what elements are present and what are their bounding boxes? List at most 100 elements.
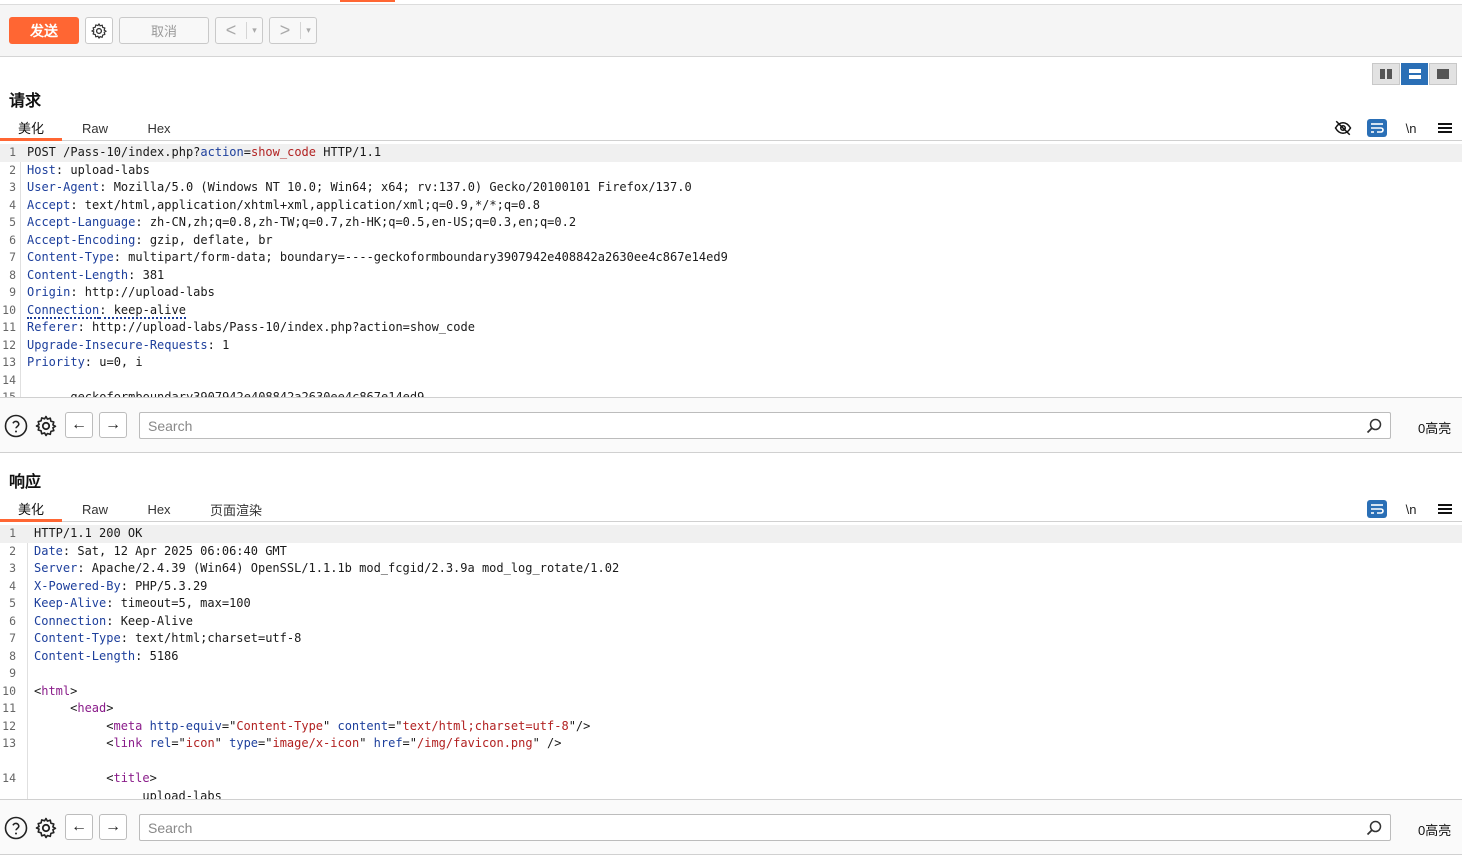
- line-number: 10: [2, 302, 16, 317]
- request-toolbar: 发送 取消 < ▾ > ▾: [0, 5, 1462, 57]
- code-line[interactable]: 2 Date: Sat, 12 Apr 2025 06:06:40 GMT: [0, 543, 1462, 561]
- chevron-left-icon: <: [225, 20, 237, 40]
- line-number: 5: [9, 596, 16, 610]
- hide-nonprintable-button[interactable]: [1326, 116, 1360, 140]
- wrap-lines-button[interactable]: [1360, 497, 1394, 521]
- back-button[interactable]: < ▾: [215, 17, 263, 44]
- tab-hex[interactable]: Hex: [130, 497, 188, 522]
- code-line[interactable]: 14 <title>: [0, 770, 1462, 788]
- code-line[interactable]: 12 Upgrade-Insecure-Requests: 1: [0, 337, 1462, 355]
- code-line[interactable]: 7 Content-Type: multipart/form-data; boun…: [0, 249, 1462, 267]
- code-line[interactable]: [0, 753, 1462, 771]
- code-line[interactable]: 11 Referer: http://upload-labs/Pass-10/in…: [0, 319, 1462, 337]
- line-text: Referer: http://upload-labs/Pass-10/inde…: [27, 320, 475, 334]
- tab-pretty[interactable]: 美化: [0, 497, 62, 522]
- arrow-left-icon: ←: [71, 818, 87, 835]
- show-newlines-button[interactable]: \n: [1394, 497, 1428, 521]
- wrap-lines-button[interactable]: [1360, 116, 1394, 140]
- code-line[interactable]: 11 <head>: [0, 700, 1462, 718]
- response-editor[interactable]: 1 HTTP/1.1 200 OK 2 Date: Sat, 12 Apr 2025 …: [0, 525, 1462, 799]
- chevron-down-icon[interactable]: ▾: [300, 22, 316, 39]
- code-line[interactable]: 2 Host: upload-labs: [0, 162, 1462, 180]
- response-search-bar: ← → Search 0高亮: [0, 799, 1462, 855]
- line-number: 2: [9, 162, 16, 177]
- search-input[interactable]: Search: [139, 814, 1391, 841]
- request-editor[interactable]: 1 POST /Pass-10/index.php?action=show_cod…: [0, 144, 1462, 397]
- eye-slash-icon: [1334, 120, 1352, 136]
- line-number: 3: [9, 561, 16, 575]
- tab-raw[interactable]: Raw: [66, 497, 124, 522]
- arrow-right-icon: →: [105, 416, 121, 433]
- line-number: 5: [9, 215, 16, 229]
- code-line[interactable]: 9 Origin: http://upload-labs: [0, 284, 1462, 302]
- line-text: Server: Apache/2.4.39 (Win64) OpenSSL/1.…: [34, 561, 620, 575]
- line-text: Host: upload-labs: [27, 162, 150, 177]
- line-text: upload-labs: [34, 788, 222, 800]
- code-line[interactable]: 1 POST /Pass-10/index.php?action=show_cod…: [0, 144, 1462, 162]
- gear-icon: [91, 22, 107, 39]
- line-text: Content-Length: 5186: [34, 648, 179, 663]
- code-line[interactable]: 6 Connection: Keep-Alive: [0, 613, 1462, 631]
- layout-stacked-button[interactable]: [1400, 63, 1429, 85]
- show-newlines-button[interactable]: \n: [1394, 116, 1428, 140]
- code-line[interactable]: 8 Content-Length: 5186: [0, 648, 1462, 666]
- arrow-left-icon: ←: [71, 416, 87, 433]
- code-line[interactable]: 8 Content-Length: 381: [0, 267, 1462, 285]
- code-line[interactable]: 1 HTTP/1.1 200 OK: [0, 525, 1462, 543]
- next-match-button[interactable]: →: [99, 814, 127, 840]
- code-line[interactable]: 5 Accept-Language: zh-CN,zh;q=0.8,zh-TW;q…: [0, 214, 1462, 232]
- code-line[interactable]: 7 Content-Type: text/html;charset=utf-8: [0, 630, 1462, 648]
- code-line[interactable]: 4 X-Powered-By: PHP/5.3.29: [0, 578, 1462, 596]
- line-text: Content-Type: text/html;charset=utf-8: [34, 631, 302, 645]
- single-pane-icon: [1437, 69, 1450, 79]
- line-number: 12: [2, 718, 16, 733]
- code-line[interactable]: 12 <meta http-equiv="Content-Type" conte…: [0, 718, 1462, 736]
- search-settings-button[interactable]: [33, 815, 59, 841]
- chevron-down-icon[interactable]: ▾: [246, 22, 262, 39]
- code-line[interactable]: 3 User-Agent: Mozilla/5.0 (Windows NT 10.…: [0, 179, 1462, 197]
- code-line[interactable]: 10 <html>: [0, 683, 1462, 701]
- code-line[interactable]: 15 ------geckoformboundary3907942e408842a…: [0, 389, 1462, 397]
- help-button[interactable]: [3, 413, 29, 439]
- code-line[interactable]: 13 Priority: u=0, i: [0, 354, 1462, 372]
- code-line[interactable]: 9: [0, 665, 1462, 683]
- previous-match-button[interactable]: ←: [65, 412, 93, 438]
- forward-button[interactable]: > ▾: [269, 17, 317, 44]
- menu-icon[interactable]: [1428, 116, 1462, 140]
- search-settings-button[interactable]: [33, 413, 59, 439]
- send-button[interactable]: 发送: [9, 17, 79, 44]
- tab-hex[interactable]: Hex: [130, 116, 188, 141]
- code-line[interactable]: 4 Accept: text/html,application/xhtml+xml…: [0, 197, 1462, 215]
- settings-button[interactable]: [85, 17, 113, 44]
- request-tabs: 美化 Raw Hex \n: [0, 116, 1462, 141]
- tab-pretty[interactable]: 美化: [0, 116, 62, 141]
- line-number: 8: [9, 267, 16, 282]
- search-input[interactable]: Search: [139, 412, 1391, 439]
- layout-tabs-button[interactable]: [1429, 63, 1458, 85]
- code-line[interactable]: 14: [0, 372, 1462, 390]
- line-text: User-Agent: Mozilla/5.0 (Windows NT 10.0…: [27, 180, 692, 194]
- line-text: <html>: [34, 683, 78, 698]
- help-icon: [4, 414, 28, 438]
- menu-icon[interactable]: [1428, 497, 1462, 521]
- line-number: 13: [2, 355, 16, 369]
- response-editor-options: \n: [1360, 497, 1462, 521]
- line-number: 11: [2, 701, 16, 715]
- code-line[interactable]: 5 Keep-Alive: timeout=5, max=100: [0, 595, 1462, 613]
- line-text: Accept: text/html,application/xhtml+xml,…: [27, 197, 540, 212]
- code-line[interactable]: 3 Server: Apache/2.4.39 (Win64) OpenSSL/1…: [0, 560, 1462, 578]
- search-icon: [1366, 820, 1382, 835]
- cancel-button[interactable]: 取消: [119, 17, 209, 44]
- next-match-button[interactable]: →: [99, 412, 127, 438]
- layout-side-by-side-button[interactable]: [1372, 63, 1400, 85]
- previous-match-button[interactable]: ←: [65, 814, 93, 840]
- tab-raw[interactable]: Raw: [66, 116, 124, 141]
- code-line[interactable]: 6 Accept-Encoding: gzip, deflate, br: [0, 232, 1462, 250]
- help-button[interactable]: [3, 815, 29, 841]
- gear-icon: [35, 415, 57, 437]
- code-line[interactable]: upload-labs: [0, 788, 1462, 800]
- tab-render[interactable]: 页面渲染: [200, 497, 272, 522]
- code-line[interactable]: 13 <link rel="icon" type="image/x-icon" …: [0, 735, 1462, 753]
- line-text: Date: Sat, 12 Apr 2025 06:06:40 GMT: [34, 543, 287, 558]
- code-line[interactable]: 10 Connection: keep-alive: [0, 302, 1462, 320]
